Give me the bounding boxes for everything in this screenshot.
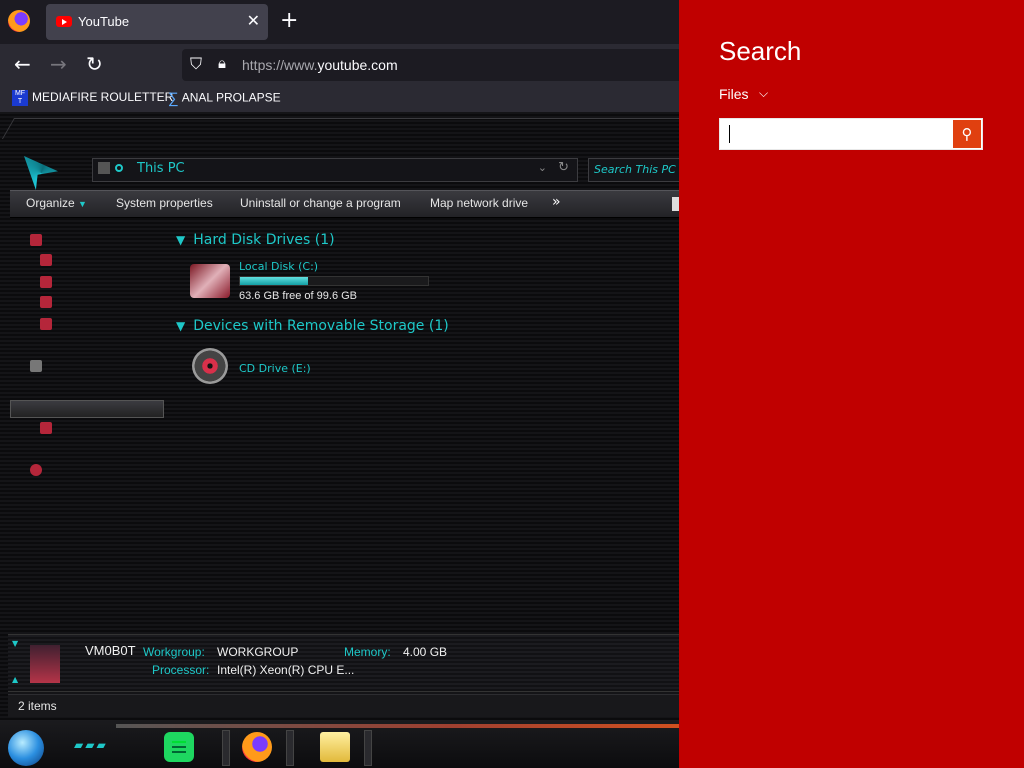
firefox-icon[interactable] [8,10,30,32]
computer-name: VM0B0T [85,643,136,658]
new-tab-button[interactable]: + [280,8,298,33]
tab-close-icon[interactable]: ✕ [247,11,260,30]
memory-value: 4.00 GB [403,645,448,659]
file-explorer-window: This PC ⌄ ↻ Search This PC Organize ▼ Sy… [0,112,688,720]
search-charm-panel: Search Files ⌵ ⚲ [679,0,1024,768]
collapse-chevron-icon[interactable]: ▼ [176,319,185,333]
expand-arrow-icon[interactable]: ▼ [12,639,18,648]
address-history-chevron-icon[interactable]: ⌄ [538,161,547,174]
workgroup-label: Workgroup: [143,645,205,659]
bookmark-second[interactable]: ∑ ANAL PROLAPSE [168,90,281,107]
bookmark-mediafire[interactable]: MF T MEDIAFIRE ROULETTER [12,90,173,106]
group-removable-storage[interactable]: ▼ Devices with Removable Storage (1) [176,318,449,334]
processor-value: Intel(R) Xeon(R) CPU E... [217,663,355,677]
firefox-taskbar-icon[interactable] [242,732,272,762]
drive-c-space: 63.6 GB free of 99.6 GB [239,290,358,302]
taskbar: ▰▰▰ [0,720,680,768]
group-hard-disk-drives[interactable]: ▼ Hard Disk Drives (1) [176,232,335,248]
task-view-icon[interactable]: ▰▰▰ [74,738,108,752]
collapse-arrow-icon[interactable]: ▲ [12,675,18,684]
address-text[interactable]: This PC [137,161,185,176]
drive-usage-fill [240,277,308,285]
browser-nav-bar: ← → ↻ ⛉ 🔒︎ https://www.youtube.com [0,44,682,86]
dropdown-caret-icon: ▼ [78,199,87,209]
hard-drive-icon [190,264,230,298]
taskbar-separator [286,730,294,766]
search-icon: ⚲ [961,125,973,143]
bookmarks-toolbar: MF T MEDIAFIRE ROULETTER ∑ ANAL PROLAPSE [0,86,680,112]
start-button[interactable] [8,730,44,766]
url-bar[interactable]: ⛉ 🔒︎ https://www.youtube.com [182,49,682,81]
explorer-logo-icon [24,156,58,190]
nav-item-this-pc[interactable] [10,400,164,418]
folder-icon [30,234,42,246]
search-panel-title: Search [719,36,802,66]
back-arrow-icon[interactable]: ← [14,52,31,76]
refresh-icon[interactable]: ↻ [558,160,569,175]
address-bar[interactable]: This PC ⌄ ↻ [92,158,578,182]
map-network-drive-button[interactable]: Map network drive [430,196,528,210]
organize-button[interactable]: Organize ▼ [26,196,87,210]
network-icon [30,464,42,476]
folder-icon [40,296,52,308]
youtube-icon [56,16,72,27]
url-text[interactable]: https://www.youtube.com [242,57,398,73]
tab-title: YouTube [78,14,130,29]
forward-arrow-icon[interactable]: → [50,52,67,76]
homegroup-icon [30,360,42,372]
details-pane: ▼ ▲ VM0B0T Workgroup: WORKGROUP Memory: … [8,634,680,692]
memory-label: Memory: [344,645,391,659]
browser-tab-strip: YouTube ✕ + [0,0,680,44]
search-input[interactable]: ⚲ [719,118,983,150]
navigation-pane [10,224,164,634]
uninstall-program-button[interactable]: Uninstall or change a program [240,196,401,210]
drive-usage-bar [239,276,429,286]
chevron-down-icon[interactable]: ⌵ [759,86,768,101]
processor-label: Processor: [152,663,210,677]
taskbar-separator [364,730,372,766]
cd-drive-name: CD Drive (E:) [239,362,311,375]
search-placeholder: Search This PC [594,163,676,176]
cd-drive-icon [192,348,228,384]
mediafire-icon: MF T [12,90,28,106]
search-go-button[interactable]: ⚲ [953,120,981,148]
reload-icon[interactable]: ↻ [86,52,103,76]
more-commands-button[interactable]: » [552,194,561,210]
folder-icon [40,276,52,288]
file-explorer-taskbar-icon[interactable] [320,732,350,762]
workgroup-value: WORKGROUP [217,645,299,659]
lock-icon[interactable]: 🔒︎ [218,54,226,72]
notes-app-icon[interactable] [164,732,194,762]
tab-youtube[interactable]: YouTube ✕ [46,4,268,40]
tracking-shield-icon[interactable]: ⛉ [190,54,202,74]
window-frame-decoration [1,118,688,139]
search-scope-dropdown[interactable]: Files [719,86,749,102]
drive-icon [40,422,52,434]
folder-icon [40,254,52,266]
taskbar-decoration [116,724,680,728]
system-properties-button[interactable]: System properties [116,196,213,210]
drive-c-name: Local Disk (C:) [239,260,319,273]
folder-icon [40,318,52,330]
explorer-search-input[interactable]: Search This PC [588,158,682,182]
text-caret [729,125,730,143]
item-count: 2 items [18,699,57,713]
location-dot-icon [115,164,123,172]
sigma-icon: ∑ [168,90,179,107]
pc-icon [98,162,110,174]
status-bar: 2 items [8,694,680,717]
command-bar: Organize ▼ System properties Uninstall o… [10,190,680,218]
taskbar-separator [222,730,230,766]
collapse-chevron-icon[interactable]: ▼ [176,233,185,247]
computer-icon [30,645,60,683]
